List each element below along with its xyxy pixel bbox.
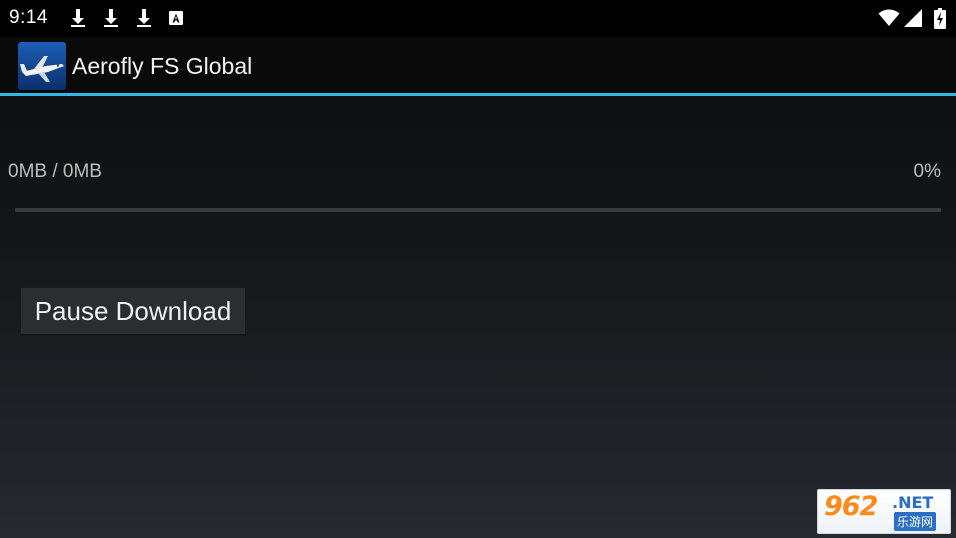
app-title: Aerofly FS Global [72,53,253,79]
status-time: 9:14 [9,7,48,28]
download-icon [134,7,154,29]
font-a-icon [167,7,187,29]
download-panel: 0MB / 0MB 0% Pause Download [0,96,956,538]
airplane-app-icon [18,42,66,90]
status-bar: 9:14 [0,0,956,37]
watermark-domain: .NET [892,493,934,512]
download-progress-bar [15,208,941,212]
download-icon [101,7,121,29]
watermark-number: 962 [824,491,878,522]
download-percent-text: 0% [913,161,941,182]
pause-download-button[interactable]: Pause Download [20,287,246,336]
download-size-text: 0MB / 0MB [8,161,102,182]
download-icon [68,7,88,29]
cell-signal-icon [904,8,924,33]
site-watermark-logo: 962 .NET 乐游网 [817,489,951,534]
battery-charging-icon [934,8,946,34]
action-bar: Aerofly FS Global [0,37,956,93]
watermark-subtitle: 乐游网 [894,512,937,531]
wifi-icon [878,8,900,33]
